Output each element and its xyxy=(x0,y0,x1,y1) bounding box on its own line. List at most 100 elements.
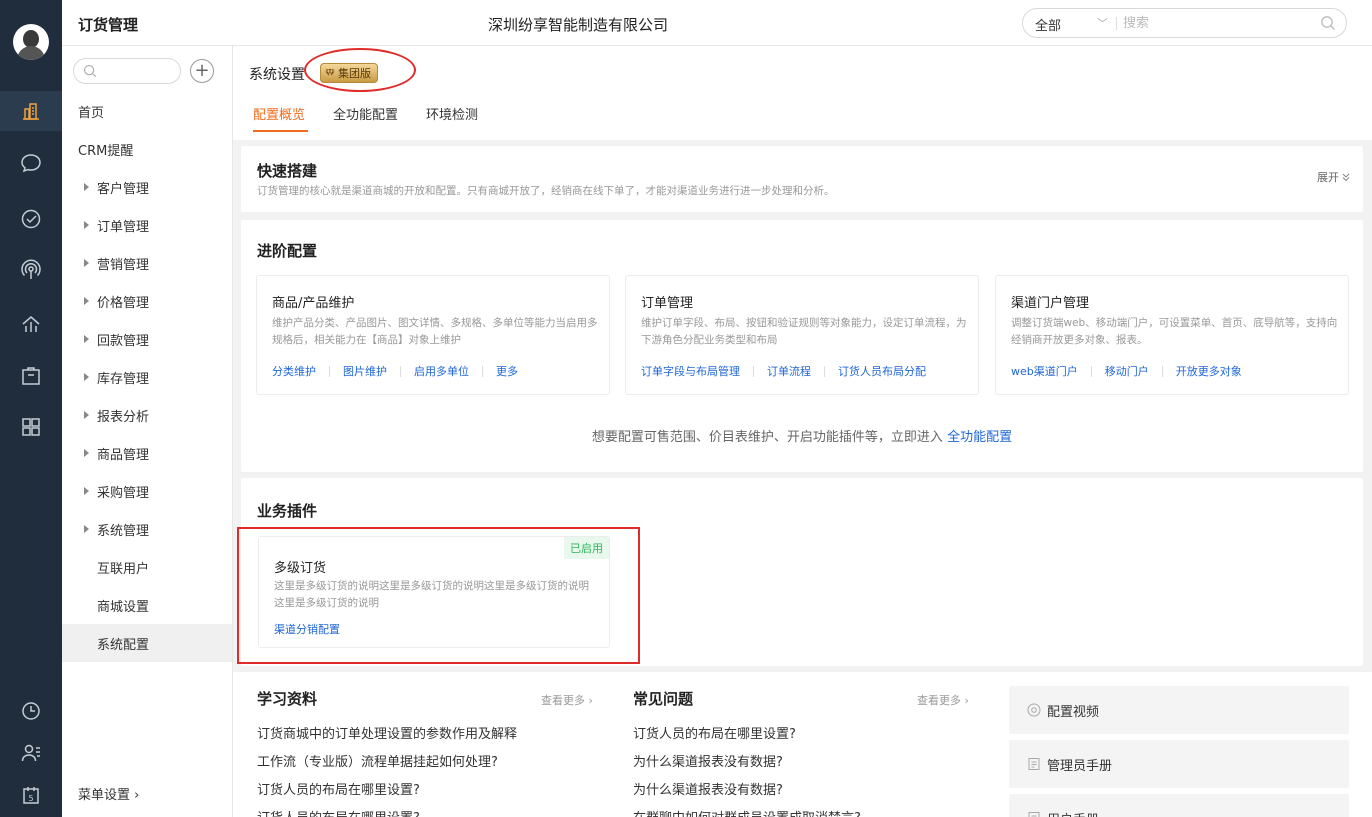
company-name: 深圳纷享智能制造有限公司 xyxy=(488,16,669,34)
sidebar-item[interactable]: 采购管理 xyxy=(62,472,232,510)
link-more[interactable]: 更多 xyxy=(496,363,518,379)
faq-item[interactable]: 在群聊中如何对群成员设置成取消禁言? xyxy=(633,807,861,817)
plugins-title: 业务插件 xyxy=(257,502,318,520)
calendar-day: 5 xyxy=(28,794,33,803)
sidebar-item[interactable]: 库存管理 xyxy=(62,358,232,396)
quick-build-card: 快速搭建 订货管理的核心就是渠道商城的开放和配置。只有商城开放了，经销商在线下单… xyxy=(241,146,1363,212)
card-links: 分类维护 图片维护 启用多单位 更多 xyxy=(272,363,518,379)
learning-title: 学习资料 xyxy=(257,690,318,708)
expand-label: 展开 xyxy=(1317,171,1339,184)
help-section: 学习资料 查看更多 › 订货商城中的订单处理设置的参数作用及解释 工作流（专业版… xyxy=(233,672,1372,817)
tab-overview[interactable]: 配置概览 xyxy=(253,104,305,123)
learning-more-link[interactable]: 查看更多 › xyxy=(541,692,593,708)
chevron-double-down-icon xyxy=(1342,173,1350,182)
annotation-box xyxy=(237,527,640,664)
calendar-icon[interactable]: 5 xyxy=(15,779,47,811)
sidebar-item-label: 报表分析 xyxy=(97,409,150,425)
caret-right-icon xyxy=(84,297,89,305)
sidebar-item[interactable]: 系统管理 xyxy=(62,510,232,548)
sidebar-item[interactable]: CRM提醒 xyxy=(62,130,232,168)
main-content: 系统设置 集团版 配置概览 全功能配置 环境检测 快速搭建 订货管理的核心就是渠… xyxy=(233,46,1372,817)
check-icon[interactable] xyxy=(15,203,47,235)
portal-config-card: 渠道门户管理 调整订货端web、移动端门户，可设置菜单、首页、底导航等，支持向经… xyxy=(995,275,1349,395)
briefcase-icon[interactable] xyxy=(15,360,47,392)
chevron-down-icon[interactable]: ﹀ xyxy=(1097,15,1108,31)
quick-build-desc: 订货管理的核心就是渠道商城的开放和配置。只有商城开放了，经销商在线下单了，才能对… xyxy=(257,185,835,197)
link-layout-assign[interactable]: 订货人员布局分配 xyxy=(838,363,926,379)
sidebar-item[interactable]: 商城设置 xyxy=(62,586,232,624)
tab-env-check[interactable]: 环境检测 xyxy=(426,104,478,123)
global-search: 全部 ﹀ xyxy=(1022,8,1347,38)
admin-manual-button[interactable]: 管理员手册 xyxy=(1009,740,1349,788)
config-video-label: 配置视频 xyxy=(1047,704,1100,720)
sidebar-item[interactable]: 客户管理 xyxy=(62,168,232,206)
active-tab-indicator xyxy=(253,130,308,132)
sidebar-item[interactable]: 商品管理 xyxy=(62,434,232,472)
advanced-config-title: 进阶配置 xyxy=(257,242,318,260)
faq-item[interactable]: 为什么渠道报表没有数据? xyxy=(633,751,783,770)
chart-icon[interactable] xyxy=(15,308,47,340)
user-manual-button[interactable]: 用户手册 xyxy=(1009,794,1349,817)
sidebar-item-label: 首页 xyxy=(78,105,105,121)
contacts-icon[interactable] xyxy=(15,737,47,769)
apps-icon[interactable] xyxy=(15,411,47,443)
caret-right-icon xyxy=(84,487,89,495)
config-video-button[interactable]: 配置视频 xyxy=(1009,686,1349,734)
sidebar-item[interactable]: 互联用户 xyxy=(62,548,232,586)
broadcast-icon[interactable] xyxy=(15,254,47,286)
link-web-portal[interactable]: web渠道门户 xyxy=(1011,363,1078,379)
sidebar-item[interactable]: 营销管理 xyxy=(62,244,232,282)
dashboard-icon[interactable] xyxy=(0,91,62,131)
card-title: 订单管理 xyxy=(641,296,694,311)
avatar[interactable] xyxy=(13,24,49,60)
link-order-fields[interactable]: 订单字段与布局管理 xyxy=(641,363,740,379)
clock-icon[interactable] xyxy=(15,695,47,727)
sidebar-item[interactable]: 价格管理 xyxy=(62,282,232,320)
expand-toggle[interactable]: 展开 xyxy=(1317,169,1351,185)
add-menu-button[interactable]: + xyxy=(190,59,214,83)
faq-more-link[interactable]: 查看更多 › xyxy=(917,692,969,708)
search-icon[interactable] xyxy=(1320,15,1336,35)
sidebar-item[interactable]: 系统配置 xyxy=(62,624,232,662)
full-config-link[interactable]: 全功能配置 xyxy=(947,430,1012,445)
chat-icon[interactable] xyxy=(15,147,47,179)
sidebar-item[interactable]: 订单管理 xyxy=(62,206,232,244)
sidebar-item[interactable]: 回款管理 xyxy=(62,320,232,358)
sidebar-item-label: 订单管理 xyxy=(97,219,150,235)
card-desc: 调整订货端web、移动端门户，可设置菜单、首页、底导航等，支持向经销商开放更多对… xyxy=(1011,317,1338,346)
tab-bar: 配置概览 全功能配置 环境检测 xyxy=(233,96,1372,132)
app-title: 订货管理 xyxy=(78,16,139,34)
link-open-objects[interactable]: 开放更多对象 xyxy=(1176,363,1242,379)
sidebar-item-label: 系统配置 xyxy=(97,637,150,653)
link-category[interactable]: 分类维护 xyxy=(272,363,316,379)
sidebar-item[interactable]: 首页 xyxy=(62,92,232,130)
search-scope-select[interactable]: 全部 xyxy=(1035,15,1061,34)
caret-right-icon xyxy=(84,411,89,419)
learning-item[interactable]: 订货人员的布局在哪里设置? xyxy=(257,779,420,798)
search-input[interactable] xyxy=(1123,13,1313,33)
faq-item[interactable]: 订货人员的布局在哪里设置? xyxy=(633,723,796,742)
link-multi-unit[interactable]: 启用多单位 xyxy=(414,363,469,379)
link-mobile-portal[interactable]: 移动门户 xyxy=(1105,363,1149,379)
sidebar-item[interactable]: 报表分析 xyxy=(62,396,232,434)
caret-right-icon xyxy=(84,259,89,267)
divider xyxy=(1116,17,1117,30)
advanced-config-card: 进阶配置 商品/产品维护 维护产品分类、产品图片、图文详情、多规格、多单位等能力… xyxy=(241,220,1363,472)
learning-item[interactable]: 订货人员的布局在哪里设置? xyxy=(257,807,420,817)
tab-full-config[interactable]: 全功能配置 xyxy=(333,104,398,123)
sidebar-item-label: 采购管理 xyxy=(97,485,150,501)
sidebar-item-label: 商城设置 xyxy=(97,599,150,615)
card-links: 订单字段与布局管理 订单流程 订货人员布局分配 xyxy=(641,363,926,379)
sidebar-menu: + 首页 CRM提醒 客户管理订单管理营销管理 价格管理 回款管理库存管理报表分析商品管… xyxy=(62,46,233,817)
page-header: 系统设置 集团版 配置概览 全功能配置 环境检测 xyxy=(233,46,1372,140)
link-images[interactable]: 图片维护 xyxy=(343,363,387,379)
menu-search-input[interactable] xyxy=(73,58,181,84)
faq-title: 常见问题 xyxy=(633,690,694,708)
sidebar-item-label: 库存管理 xyxy=(97,371,150,387)
link-order-flow[interactable]: 订单流程 xyxy=(767,363,811,379)
menu-settings-link[interactable]: 菜单设置 › xyxy=(78,784,139,803)
learning-item[interactable]: 工作流（专业版）流程单据挂起如何处理? xyxy=(257,751,498,770)
caret-right-icon xyxy=(84,335,89,343)
faq-item[interactable]: 为什么渠道报表没有数据? xyxy=(633,779,783,798)
learning-item[interactable]: 订货商城中的订单处理设置的参数作用及解释 xyxy=(257,723,517,742)
